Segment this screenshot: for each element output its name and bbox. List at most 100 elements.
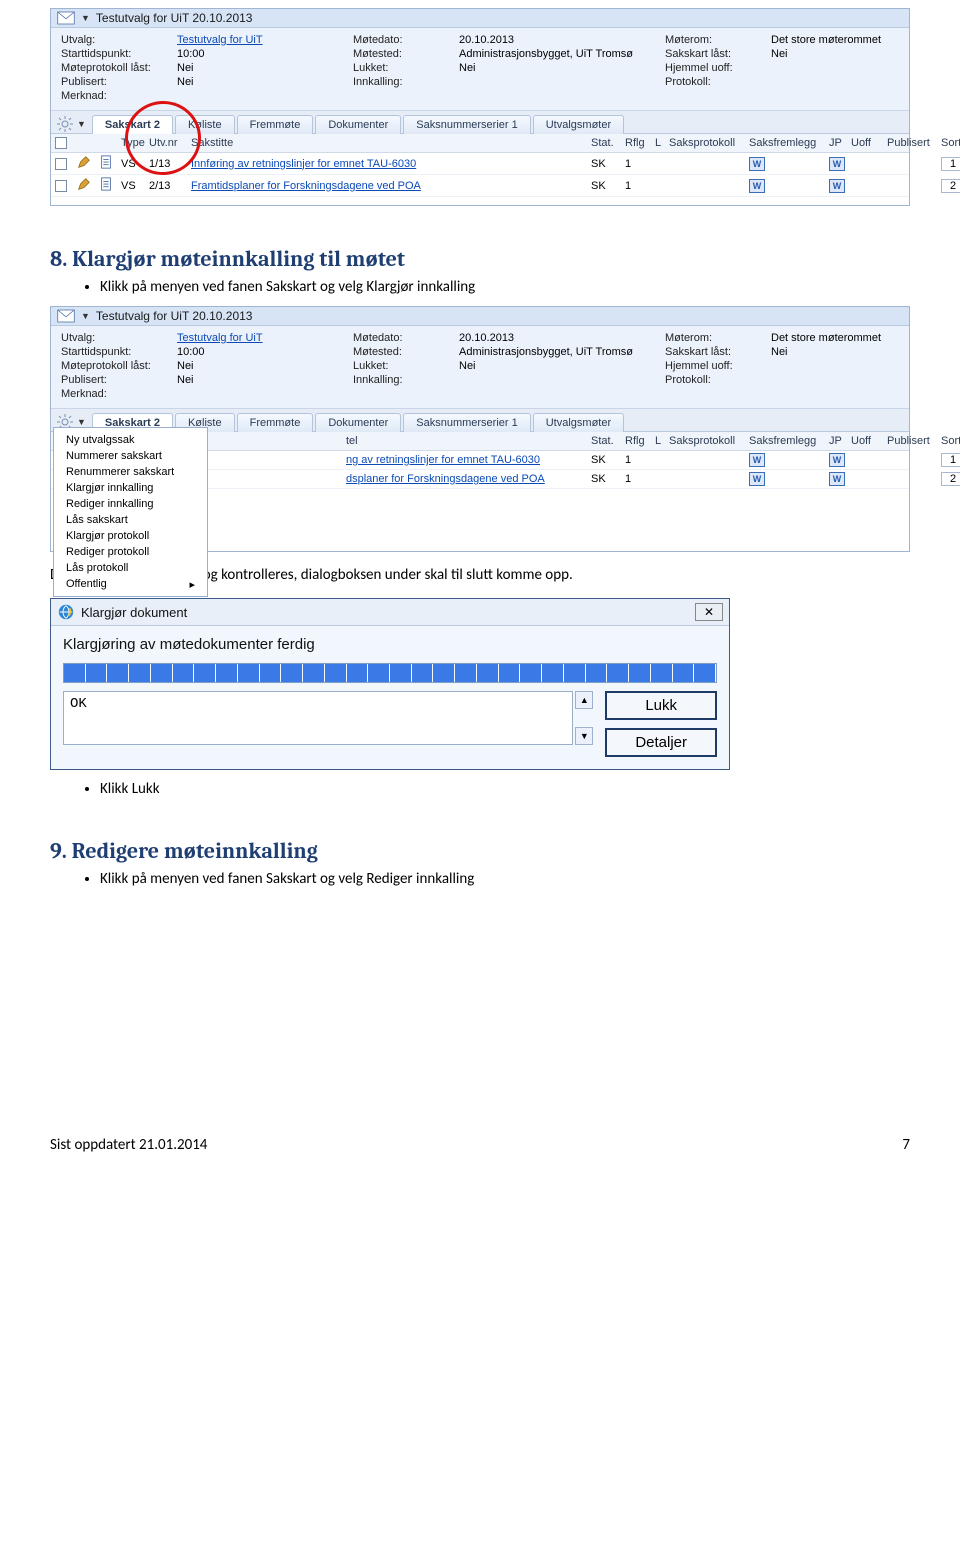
- app-window-1: ▼ Testutvalg for UiT 20.10.2013 Utvalg: …: [50, 8, 910, 206]
- edit-icon[interactable]: [77, 155, 91, 169]
- cell-title[interactable]: Innføring av retningslinjer for emnet TA…: [191, 158, 591, 170]
- sort-input[interactable]: 1: [941, 157, 960, 171]
- label-starttid: Starttidspunkt:: [61, 48, 171, 60]
- cell-utvnr: 2/13: [149, 180, 191, 192]
- tab-sakskart[interactable]: Sakskart 2: [92, 115, 173, 134]
- col-stat: Stat.: [591, 137, 625, 149]
- detaljer-button[interactable]: Detaljer: [605, 728, 717, 757]
- klargjor-dialog: Klargjør dokument ✕ Klargjøring av møted…: [50, 598, 730, 770]
- cell-title[interactable]: Framtidsplaner for Forskningsdagene ved …: [191, 180, 591, 192]
- value-utvalg[interactable]: Testutvalg for UiT: [177, 332, 347, 344]
- after-dialog-bullets: Klikk Lukk: [100, 780, 910, 798]
- sort-input[interactable]: 2: [941, 179, 960, 193]
- meta-grid: Utvalg: Testutvalg for UiT Møtedato: 20.…: [51, 326, 909, 409]
- word-doc-icon[interactable]: W: [829, 472, 845, 486]
- titlebar: ▼ Testutvalg for UiT 20.10.2013: [51, 9, 909, 28]
- word-doc-icon[interactable]: W: [829, 157, 845, 171]
- lukk-button[interactable]: Lukk: [605, 691, 717, 720]
- tabs-dropdown-icon[interactable]: ▼: [77, 119, 86, 129]
- word-doc-icon[interactable]: W: [749, 472, 765, 486]
- titlebar: ▼ Testutvalg for UiT 20.10.2013: [51, 307, 909, 326]
- menu-item-rediger-protokoll[interactable]: Rediger protokoll: [56, 544, 205, 560]
- label-protokoll: Protokoll:: [665, 76, 765, 88]
- meta-grid: Utvalg: Testutvalg for UiT Møtedato: 20.…: [51, 28, 909, 111]
- cell-rflg: 1: [625, 158, 655, 170]
- titlebar-dropdown-icon[interactable]: ▼: [81, 13, 90, 23]
- table-row[interactable]: VS 1/13 Innføring av retningslinjer for …: [51, 153, 909, 175]
- menu-item-rediger-innkalling[interactable]: Rediger innkalling: [56, 496, 205, 512]
- word-doc-icon[interactable]: W: [749, 157, 765, 171]
- app-window-2: ▼ Testutvalg for UiT 20.10.2013 Utvalg: …: [50, 306, 910, 552]
- menu-item-las-protokoll[interactable]: Lås protokoll: [56, 560, 205, 576]
- table-area: Type Utv.nr Sakstitte Stat. Rflg L Saksp…: [51, 134, 909, 197]
- value-moterom: Det store møterommet: [771, 34, 911, 46]
- col-uoff: Uoff: [851, 137, 887, 149]
- sort-input[interactable]: 2: [941, 472, 960, 486]
- menu-item-las-sakskart[interactable]: Lås sakskart: [56, 512, 205, 528]
- tab-utvalgsmoter[interactable]: Utvalgsmøter: [533, 115, 624, 134]
- tab-saksnummerserier[interactable]: Saksnummerserier 1: [403, 413, 530, 432]
- label-utvalg: Utvalg:: [61, 34, 171, 46]
- menu-item-ny-utvalgssak[interactable]: Ny utvalgssak: [56, 432, 205, 448]
- tabs-row: ▼ Sakskart 2 Køliste Fremmøte Dokumenter…: [51, 111, 909, 134]
- sort-input[interactable]: 1: [941, 453, 960, 467]
- col-sakstitte: Sakstitte: [191, 137, 591, 149]
- menu-item-offentlig[interactable]: Offentlig▸: [56, 576, 205, 592]
- menu-item-klargjor-protokoll[interactable]: Klargjør protokoll: [56, 528, 205, 544]
- dialog-titlebar: Klargjør dokument ✕: [51, 599, 729, 626]
- col-saksfremlegg: Saksfremlegg: [749, 137, 829, 149]
- table-row[interactable]: VS 2/13 Framtidsplaner for Forskningsdag…: [51, 175, 909, 197]
- tab-fremmote[interactable]: Fremmøte: [237, 413, 314, 432]
- tab-dokumenter[interactable]: Dokumenter: [315, 115, 401, 134]
- doc-icon[interactable]: [99, 177, 113, 191]
- menu-item-nummerer[interactable]: Nummerer sakskart: [56, 448, 205, 464]
- value-motedato: 20.10.2013: [459, 34, 659, 46]
- scroll-down-icon[interactable]: ▼: [575, 727, 593, 745]
- section8-heading: 8. Klargjør møteinnkalling til møtet: [50, 246, 910, 272]
- dialog-close-button[interactable]: ✕: [695, 603, 723, 621]
- tabs-row: ▼ Sakskart 2 Køliste Fremmøte Dokumenter…: [51, 409, 909, 432]
- word-doc-icon[interactable]: W: [829, 453, 845, 467]
- tabs-dropdown-icon[interactable]: ▼: [77, 417, 86, 427]
- value-publisert: Nei: [177, 76, 347, 88]
- row-checkbox[interactable]: [55, 180, 67, 192]
- value-utvalg[interactable]: Testutvalg for UiT: [177, 34, 347, 46]
- label-sakskart-last: Sakskart låst:: [665, 48, 765, 60]
- section9-bullets: Klikk på menyen ved fanen Sakskart og ve…: [100, 870, 910, 888]
- doc-icon[interactable]: [99, 155, 113, 169]
- col-l: L: [655, 137, 669, 149]
- tab-saksnummerserier[interactable]: Saksnummerserier 1: [403, 115, 530, 134]
- dialog-body: Klargjøring av møtedokumenter ferdig OK …: [51, 626, 729, 769]
- label-lukket: Lukket:: [353, 62, 453, 74]
- menu-item-klargjor-innkalling[interactable]: Klargjør innkalling: [56, 480, 205, 496]
- word-doc-icon[interactable]: W: [749, 179, 765, 193]
- col-sort: Sort: [941, 137, 960, 149]
- label-merknad: Merknad:: [61, 90, 171, 102]
- footer-updated: Sist oppdatert 21.01.2014: [50, 1136, 207, 1154]
- section9-heading: 9. Redigere møteinnkalling: [50, 838, 910, 864]
- cell-title-clipped[interactable]: ng av retningslinjer for emnet TAU-6030: [191, 454, 591, 466]
- tab-dokumenter[interactable]: Dokumenter: [315, 413, 401, 432]
- label-hjemmel: Hjemmel uoff:: [665, 62, 765, 74]
- word-doc-icon[interactable]: W: [829, 179, 845, 193]
- word-doc-icon[interactable]: W: [749, 453, 765, 467]
- result-scrollbar[interactable]: ▲ ▼: [575, 691, 593, 745]
- gear-icon[interactable]: [57, 116, 73, 132]
- cell-rflg: 1: [625, 180, 655, 192]
- mail-icon: [57, 309, 75, 323]
- cell-title-clipped[interactable]: dsplaner for Forskningsdagene ved POA: [191, 473, 591, 485]
- cell-type: VS: [121, 158, 149, 170]
- edit-icon[interactable]: [77, 177, 91, 191]
- section8-bullets: Klikk på menyen ved fanen Sakskart og ve…: [100, 278, 910, 296]
- titlebar-dropdown-icon[interactable]: ▼: [81, 311, 90, 321]
- menu-item-renummerer[interactable]: Renummerer sakskart: [56, 464, 205, 480]
- sakskart-menu: Ny utvalgssak Nummerer sakskart Renummer…: [53, 427, 208, 597]
- tab-fremmote[interactable]: Fremmøte: [237, 115, 314, 134]
- row-checkbox[interactable]: [55, 158, 67, 170]
- tabs-wrap: ▼ Sakskart 2 Køliste Fremmøte Dokumenter…: [51, 111, 909, 197]
- col-jp: JP: [829, 137, 851, 149]
- tab-utvalgsmoter[interactable]: Utvalgsmøter: [533, 413, 624, 432]
- tab-koliste[interactable]: Køliste: [175, 115, 235, 134]
- scroll-up-icon[interactable]: ▲: [575, 691, 593, 709]
- select-all-checkbox[interactable]: [55, 137, 67, 149]
